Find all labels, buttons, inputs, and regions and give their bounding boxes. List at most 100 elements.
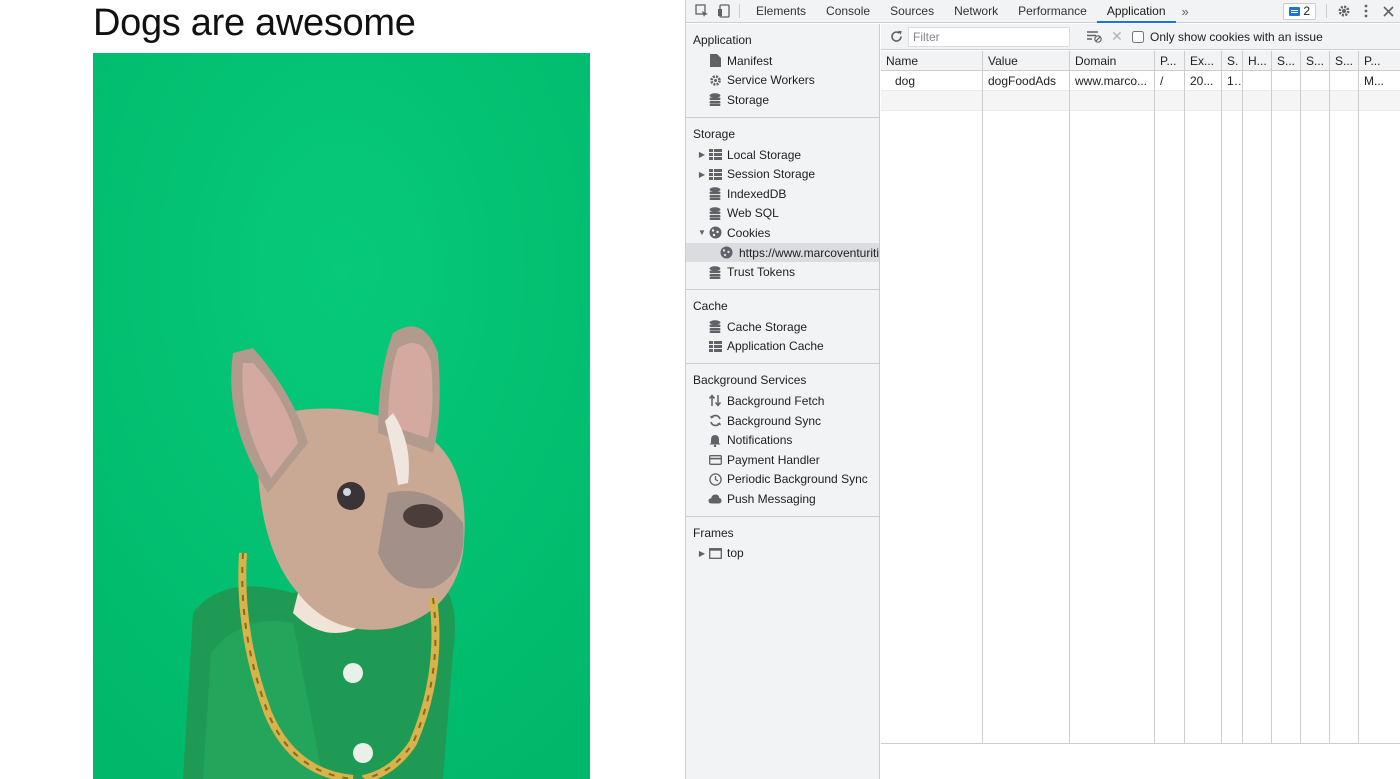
sidebar-section-frames: Frames ▶ top [686, 517, 879, 571]
sidebar-section-application: Application Manifest Service Workers Sto… [686, 24, 879, 118]
issues-badge[interactable]: 2 [1283, 2, 1316, 20]
issues-only-checkbox-input[interactable] [1132, 30, 1144, 43]
table-row-empty[interactable] [881, 91, 1400, 111]
devtools-panel: Elements Console Sources Network Perform… [685, 0, 1400, 779]
expand-arrow-icon[interactable]: ▶ [696, 549, 708, 558]
more-tabs-icon[interactable]: » [1176, 4, 1195, 19]
sidebar-item-label: IndexedDB [727, 186, 787, 201]
sidebar-heading: Cache [693, 298, 728, 313]
sidebar-item-label: Payment Handler [727, 452, 820, 467]
column-header-httponly[interactable]: H... [1243, 51, 1272, 70]
column-header-domain[interactable]: Domain [1070, 51, 1155, 70]
cookies-table: Name Value Domain P... Ex... S. H... S..… [881, 51, 1400, 744]
cookies-panel: ✕ Only show cookies with an issue Name V… [881, 24, 1400, 779]
sidebar-item-payment-handler[interactable]: Payment Handler [686, 450, 879, 470]
issues-only-checkbox[interactable]: Only show cookies with an issue [1132, 30, 1323, 44]
close-icon[interactable] [1377, 0, 1399, 22]
sidebar-item-label: Storage [727, 92, 770, 107]
sidebar-item-web-sql[interactable]: Web SQL [686, 204, 879, 224]
sidebar-item-label: Cache Storage [727, 319, 808, 334]
toolbar-divider [739, 4, 740, 18]
cookie-icon [720, 246, 734, 260]
database-icon [708, 93, 722, 107]
sidebar-item-manifest[interactable]: Manifest [686, 51, 879, 71]
table-row[interactable]: dog dogFoodAds www.marco... / 20... 1...… [881, 71, 1400, 91]
clock-icon [708, 472, 722, 486]
column-header-secure[interactable]: S... [1272, 51, 1301, 70]
sidebar-item-label: Manifest [727, 53, 773, 68]
inspect-element-icon[interactable] [691, 0, 713, 22]
kebab-menu-icon[interactable] [1355, 0, 1377, 22]
clear-filtered-cookies-icon[interactable] [1082, 25, 1106, 49]
sidebar-item-background-fetch[interactable]: Background Fetch [686, 391, 879, 411]
column-header-size[interactable]: S. [1222, 51, 1243, 70]
tab-network[interactable]: Network [944, 0, 1008, 23]
tab-performance[interactable]: Performance [1008, 0, 1097, 23]
sidebar-item-local-storage[interactable]: ▶ Local Storage [686, 145, 879, 165]
database-icon [708, 206, 722, 220]
sidebar-item-label: Background Sync [727, 413, 822, 428]
sidebar-item-periodic-background-sync[interactable]: Periodic Background Sync [686, 470, 879, 490]
tab-console[interactable]: Console [816, 0, 880, 23]
refresh-icon[interactable] [884, 25, 908, 49]
database-icon [708, 320, 722, 334]
cell-path: / [1155, 71, 1185, 90]
sidebar-item-cache-storage[interactable]: Cache Storage [686, 317, 879, 337]
sidebar-item-storage[interactable]: Storage [686, 90, 879, 110]
sidebar-item-label: Session Storage [727, 167, 816, 182]
table-grid-icon [708, 148, 722, 162]
sidebar-item-label: top [727, 546, 744, 561]
sidebar-item-application-cache[interactable]: Application Cache [686, 337, 879, 357]
issues-count: 2 [1303, 4, 1310, 18]
cookies-filter-bar: ✕ Only show cookies with an issue [881, 24, 1400, 50]
issues-icon [1289, 6, 1301, 16]
sidebar-heading: Frames [693, 525, 734, 540]
column-header-value[interactable]: Value [983, 51, 1070, 70]
sidebar-item-indexeddb[interactable]: IndexedDB [686, 184, 879, 204]
devtools-toolbar: Elements Console Sources Network Perform… [686, 0, 1400, 23]
sidebar-item-label: Push Messaging [727, 491, 816, 506]
tab-elements[interactable]: Elements [746, 0, 816, 23]
cell-name: dog [881, 71, 983, 90]
application-sidebar: Application Manifest Service Workers Sto… [686, 24, 880, 779]
issues-only-checkbox-label: Only show cookies with an issue [1150, 29, 1323, 44]
delete-selected-icon[interactable]: ✕ [1106, 28, 1128, 45]
tab-application[interactable]: Application [1096, 0, 1176, 23]
sidebar-item-label: Trust Tokens [727, 265, 796, 280]
sidebar-item-push-messaging[interactable]: Push Messaging [686, 489, 879, 509]
column-header-samesite[interactable]: S... [1301, 51, 1330, 70]
collapse-arrow-icon[interactable]: ▼ [696, 228, 708, 237]
sidebar-item-session-storage[interactable]: ▶ Session Storage [686, 164, 879, 184]
column-header-name[interactable]: Name [881, 51, 983, 70]
page-title: Dogs are awesome [93, 2, 416, 44]
web-page: Dogs are awesome [0, 0, 685, 779]
tab-sources[interactable]: Sources [880, 0, 944, 23]
sidebar-item-top-frame[interactable]: ▶ top [686, 544, 879, 564]
cookies-filter-input[interactable] [908, 26, 1070, 47]
database-icon [708, 265, 722, 279]
column-header-expires[interactable]: Ex... [1185, 51, 1222, 70]
sidebar-item-service-workers[interactable]: Service Workers [686, 71, 879, 91]
expand-arrow-icon[interactable]: ▶ [696, 170, 708, 179]
sidebar-section-background-services: Background Services Background Fetch Bac… [686, 364, 879, 517]
settings-gear-icon[interactable] [1333, 0, 1355, 22]
column-header-priority[interactable]: P... [1359, 51, 1400, 70]
table-header: Name Value Domain P... Ex... S. H... S..… [881, 51, 1400, 71]
sidebar-item-cookie-origin[interactable]: https://www.marcoventuriti [686, 242, 879, 263]
sidebar-item-trust-tokens[interactable]: Trust Tokens [686, 262, 879, 282]
column-header-sameparty[interactable]: S... [1330, 51, 1359, 70]
sidebar-item-label: Web SQL [727, 206, 779, 221]
cell-expires: 20... [1185, 71, 1222, 90]
cloud-icon [708, 492, 722, 506]
sync-icon [708, 414, 722, 428]
expand-arrow-icon[interactable]: ▶ [696, 150, 708, 159]
cell-size: 1... [1222, 71, 1243, 90]
gear-icon [708, 73, 722, 87]
sidebar-item-label: Application Cache [727, 339, 824, 354]
credit-card-icon [708, 453, 722, 467]
device-toolbar-icon[interactable] [713, 0, 735, 22]
sidebar-item-notifications[interactable]: Notifications [686, 430, 879, 450]
sidebar-item-cookies[interactable]: ▼ Cookies [686, 223, 879, 243]
column-header-path[interactable]: P... [1155, 51, 1185, 70]
sidebar-item-background-sync[interactable]: Background Sync [686, 411, 879, 431]
